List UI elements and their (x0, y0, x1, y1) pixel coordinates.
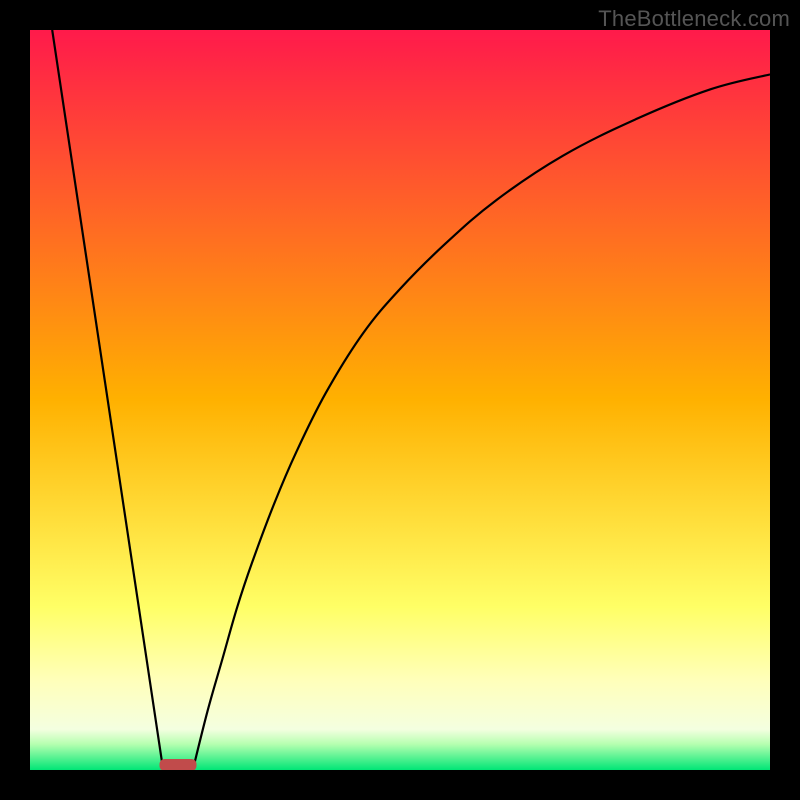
plot-area (30, 30, 770, 770)
gradient-background (30, 30, 770, 770)
bottom-marker (160, 759, 197, 770)
watermark-text: TheBottleneck.com (598, 6, 790, 32)
chart-svg (30, 30, 770, 770)
chart-frame: TheBottleneck.com (0, 0, 800, 800)
